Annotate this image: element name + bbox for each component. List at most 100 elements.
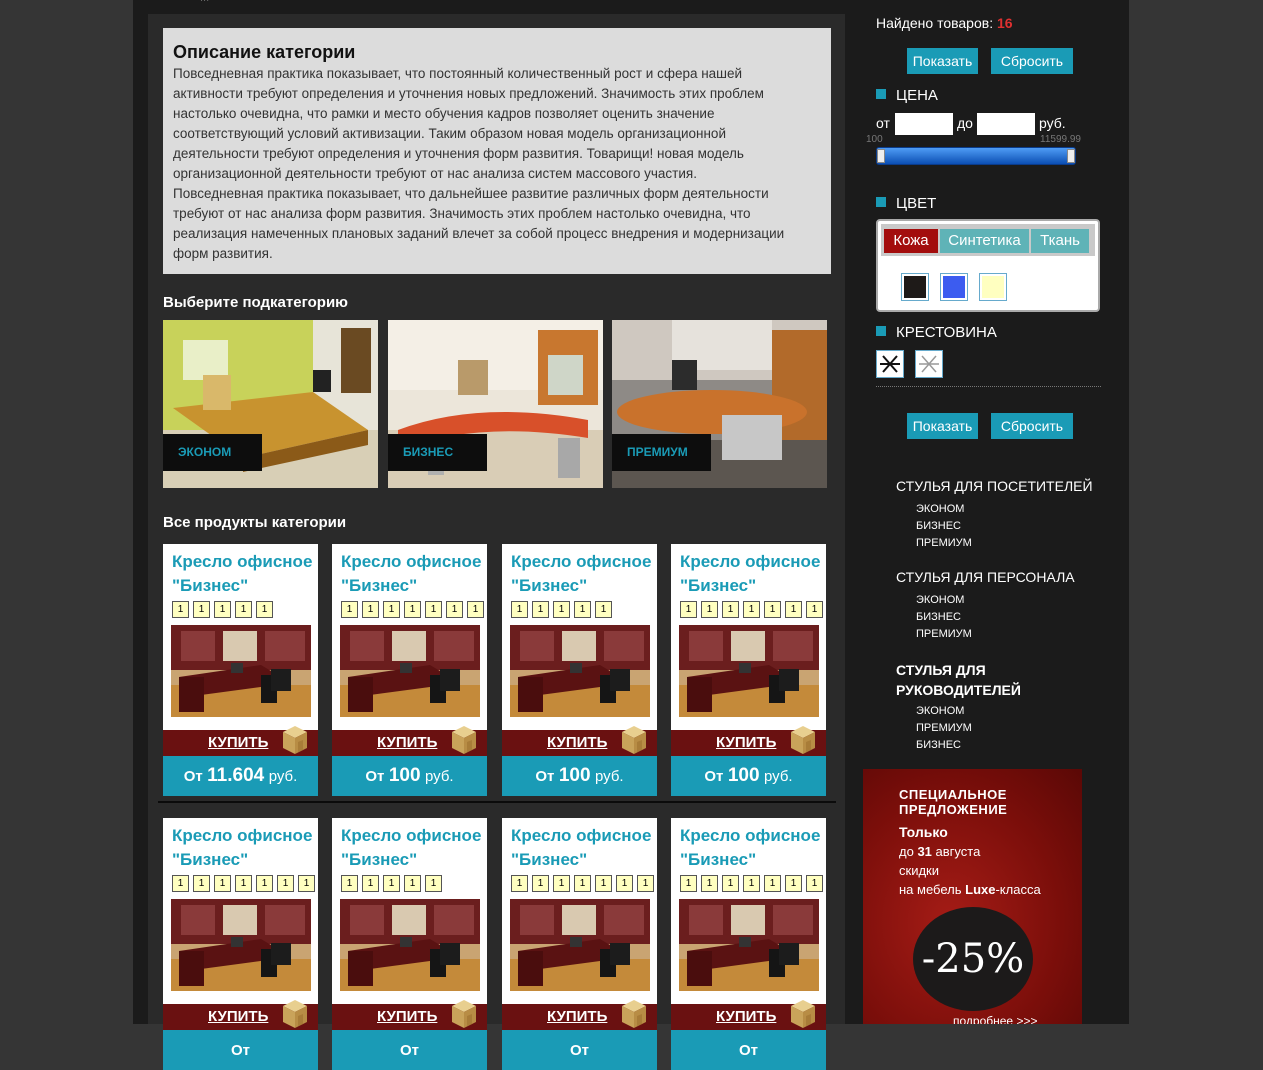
rating-star[interactable]: 1 [362,875,379,892]
category-executive-chairs[interactable]: СТУЛЬЯ ДЛЯ РУКОВОДИТЕЛЕЙ [896,660,1021,700]
subcategory-link[interactable]: ЭКОНОМ [916,503,964,515]
rating-star[interactable]: 1 [574,875,591,892]
cart-box-icon[interactable] [788,724,818,756]
product-name[interactable]: Кресло офисное "Бизнес" [680,550,822,598]
rating-star[interactable]: 1 [214,601,231,618]
cart-box-icon[interactable] [449,724,479,756]
buy-link[interactable]: КУПИТЬ [716,734,776,751]
subcategory-link[interactable]: ПРЕМИУМ [916,537,972,549]
slider-handle-left[interactable] [877,149,885,163]
crosspiece-black-icon[interactable] [876,350,904,378]
rating-star[interactable]: 1 [404,875,421,892]
rating-star[interactable]: 1 [425,875,442,892]
rating-star[interactable]: 1 [298,875,315,892]
rating-star[interactable]: 1 [383,601,400,618]
product-name[interactable]: Кресло офисное "Бизнес" [341,550,483,598]
slider-handle-right[interactable] [1067,149,1075,163]
rating-star[interactable]: 1 [362,601,379,618]
product-card[interactable]: Кресло офисное "Бизнес" 1 1 1 1 1 1 1 КУПИТЬ От 1… [671,544,826,796]
promo-banner[interactable]: СПЕЦИАЛЬНОЕ ПРЕДЛОЖЕНИЕ Только до 31 авг… [863,769,1082,1024]
rating-star[interactable]: 1 [511,601,528,618]
rating-star[interactable]: 1 [616,875,633,892]
cart-box-icon[interactable] [788,998,818,1030]
rating-star[interactable]: 1 [680,875,697,892]
product-card[interactable]: Кресло офисное "Бизнес" 1 1 1 1 1 КУПИТЬ От 11.… [163,544,318,796]
subcategory-link[interactable]: БИЗНЕС [916,611,961,623]
price-slider[interactable] [876,147,1076,165]
rating-star[interactable]: 1 [404,601,421,618]
rating-star[interactable]: 1 [172,601,189,618]
rating-star[interactable]: 1 [701,875,718,892]
buy-bar[interactable]: КУПИТЬ [163,1000,318,1030]
rating-star[interactable]: 1 [235,875,252,892]
color-swatch-cream[interactable] [979,273,1007,301]
buy-link[interactable]: КУПИТЬ [208,1008,268,1025]
rating-star[interactable]: 1 [532,875,549,892]
cart-box-icon[interactable] [619,724,649,756]
rating-star[interactable]: 1 [172,875,189,892]
color-swatch-blue[interactable] [940,273,968,301]
rating-star[interactable]: 1 [806,875,823,892]
tab-fabric[interactable]: Ткань [1031,229,1089,253]
rating-star[interactable]: 1 [532,601,549,618]
category-staff-chairs[interactable]: СТУЛЬЯ ДЛЯ ПЕРСОНАЛА [896,569,1075,585]
buy-link[interactable]: КУПИТЬ [547,1008,607,1025]
buy-bar[interactable]: КУПИТЬ [163,726,318,756]
rating-star[interactable]: 1 [193,601,210,618]
buy-link[interactable]: КУПИТЬ [716,1008,776,1025]
cart-box-icon[interactable] [280,724,310,756]
buy-bar[interactable]: КУПИТЬ [671,1000,826,1030]
rating-star[interactable]: 1 [743,875,760,892]
subcategory-card-business[interactable]: БИЗНЕС [388,320,603,488]
rating-star[interactable]: 1 [467,601,484,618]
product-name[interactable]: Кресло офисное "Бизнес" [172,550,314,598]
subcategory-label[interactable]: ПРЕМИУМ [612,434,711,471]
product-name[interactable]: Кресло офисное "Бизнес" [341,824,483,872]
cart-box-icon[interactable] [619,998,649,1030]
product-name[interactable]: Кресло офисное "Бизнес" [511,550,653,598]
subcategory-link[interactable]: ЭКОНОМ [916,705,964,717]
product-card[interactable]: Кресло офисное "Бизнес" 1 1 1 1 1 КУПИТЬ От 100… [502,544,657,796]
subcategory-link[interactable]: БИЗНЕС [916,520,961,532]
rating-star[interactable]: 1 [553,875,570,892]
rating-star[interactable]: 1 [277,875,294,892]
rating-star[interactable]: 1 [214,875,231,892]
tab-synthetic[interactable]: Синтетика [940,229,1029,253]
promo-more-link[interactable]: подробнее >>> [953,1014,1037,1024]
subcategory-link[interactable]: ЭКОНОМ [916,594,964,606]
buy-link[interactable]: КУПИТЬ [208,734,268,751]
rating-star[interactable]: 1 [235,601,252,618]
rating-star[interactable]: 1 [256,601,273,618]
subcategory-link[interactable]: ПРЕМИУМ [916,628,972,640]
product-card[interactable]: Кресло офисное "Бизнес" 1 1 1 1 1 1 1 КУПИТЬ От 1… [332,544,487,796]
price-from-input[interactable] [895,113,953,135]
subcategory-card-econom[interactable]: ЭКОНОМ [163,320,378,488]
rating-star[interactable]: 1 [680,601,697,618]
color-swatch-black[interactable] [901,273,929,301]
subcategory-label[interactable]: БИЗНЕС [388,434,487,471]
buy-bar[interactable]: КУПИТЬ [502,1000,657,1030]
subcategory-link[interactable]: ПРЕМИУМ [916,722,972,734]
product-card[interactable]: Кресло офисное "Бизнес" 1 1 1 1 1 КУПИТЬ От [332,818,487,1070]
rating-star[interactable]: 1 [595,875,612,892]
rating-star[interactable]: 1 [256,875,273,892]
rating-star[interactable]: 1 [785,601,802,618]
rating-star[interactable]: 1 [701,601,718,618]
buy-bar[interactable]: КУПИТЬ [502,726,657,756]
rating-star[interactable]: 1 [722,601,739,618]
rating-star[interactable]: 1 [806,601,823,618]
rating-star[interactable]: 1 [425,601,442,618]
rating-star[interactable]: 1 [341,875,358,892]
buy-bar[interactable]: КУПИТЬ [332,1000,487,1030]
show-button-bottom[interactable]: Показать [907,413,978,439]
rating-star[interactable]: 1 [722,875,739,892]
rating-star[interactable]: 1 [764,601,781,618]
buy-link[interactable]: КУПИТЬ [547,734,607,751]
subcategory-label[interactable]: ЭКОНОМ [163,434,262,471]
reset-button-bottom[interactable]: Сбросить [991,413,1073,439]
rating-star[interactable]: 1 [511,875,528,892]
subcategory-card-premium[interactable]: ПРЕМИУМ [612,320,827,488]
product-card[interactable]: Кресло офисное "Бизнес" 1 1 1 1 1 1 1 КУПИТЬ От [163,818,318,1070]
buy-link[interactable]: КУПИТЬ [377,734,437,751]
rating-star[interactable]: 1 [193,875,210,892]
